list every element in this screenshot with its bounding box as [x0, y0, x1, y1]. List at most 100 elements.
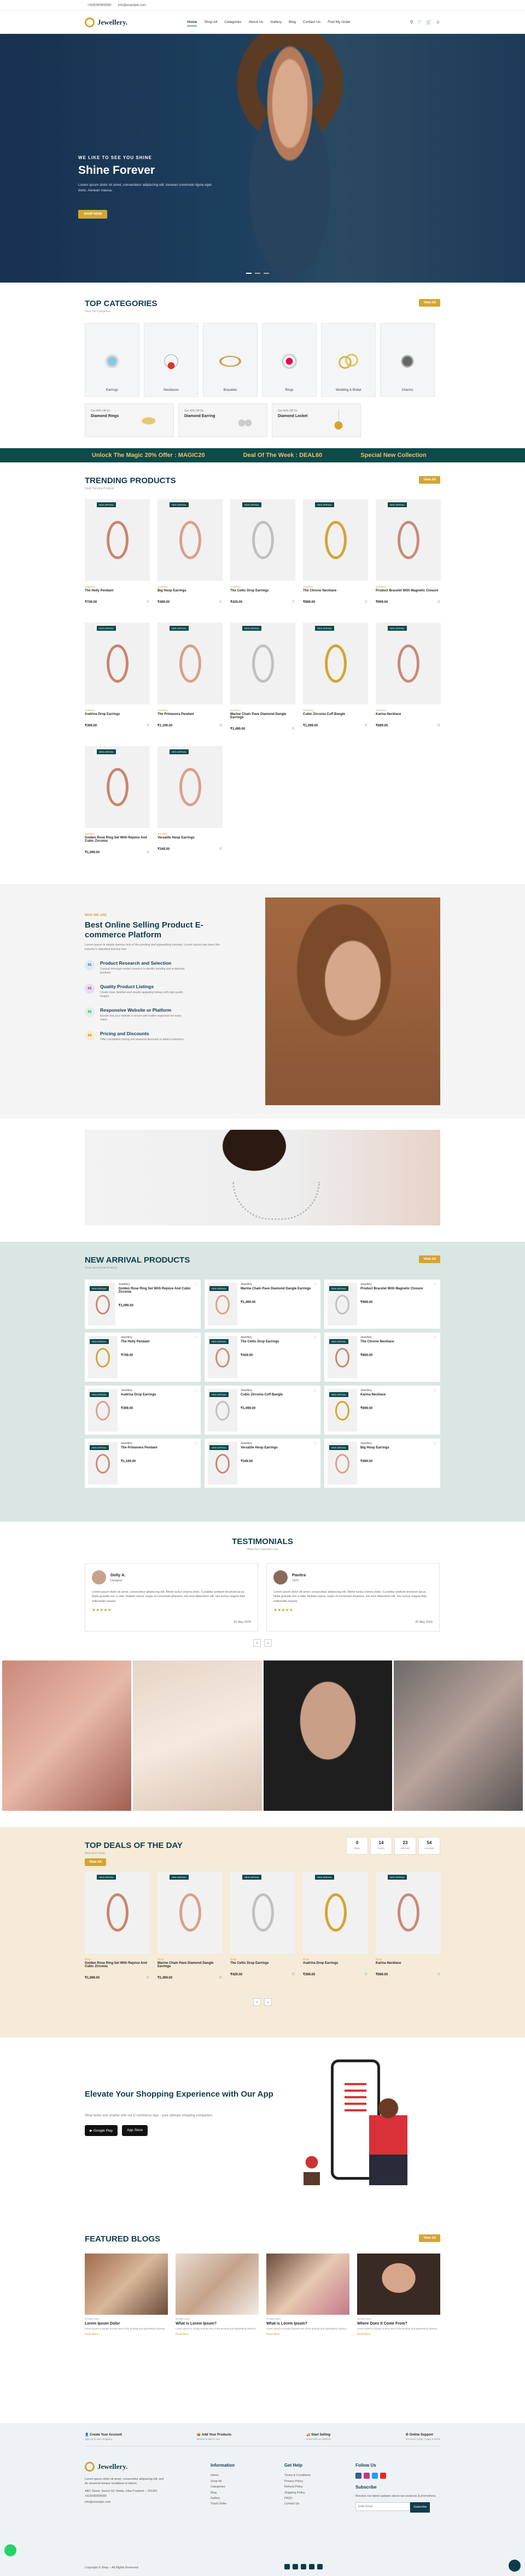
- arrival-card[interactable]: NEW ARRIVAL Jewellery Product Bracelet Wit…: [324, 1280, 440, 1329]
- arrival-card[interactable]: NEW ARRIVAL Jewellery The Celtic Drop Earr…: [205, 1333, 320, 1382]
- product-name[interactable]: Karina Necklace: [376, 1962, 441, 1965]
- arrival-view-all-button[interactable]: View All: [419, 1255, 440, 1263]
- product-card[interactable]: NEW ARRIVAL Jewellery Cubic Zirconia Cuff …: [303, 623, 368, 738]
- wishlist-icon[interactable]: ♡: [194, 1389, 197, 1393]
- product-name[interactable]: Cubic Zirconia Cuff Bangle: [303, 713, 368, 716]
- footer-link[interactable]: Privacy Policy: [284, 2479, 311, 2484]
- product-card[interactable]: NEW ARRIVAL Rings Marine Chain Pave Diamon…: [158, 1871, 223, 1987]
- arrival-card[interactable]: NEW ARRIVAL Jewellery The Holly Pendant ₹74…: [85, 1333, 201, 1382]
- google-play-button[interactable]: ▶ Google Play: [85, 2125, 118, 2136]
- add-to-cart-icon[interactable]: 🛒: [365, 724, 368, 727]
- arrival-card[interactable]: NEW ARRIVAL Jewellery The Chrono Necklace ₹…: [324, 1333, 440, 1382]
- nav-shop-all[interactable]: Shop All: [204, 19, 217, 26]
- product-card[interactable]: NEW ARRIVAL Jewellery Audrina Drop Earring…: [85, 623, 150, 738]
- add-to-cart-icon[interactable]: 🛒: [147, 1976, 150, 1980]
- add-to-cart-icon[interactable]: 🛒: [292, 600, 295, 604]
- blog-title[interactable]: What is Lorem Ipsum?: [266, 2322, 349, 2326]
- blog-card[interactable]: 20 May 2024 What is Lorem Ipsum? Lorem ips…: [176, 2254, 259, 2336]
- facebook-icon[interactable]: [355, 2473, 361, 2479]
- product-name[interactable]: The Chrono Necklace: [303, 589, 368, 592]
- product-card[interactable]: NEW ARRIVAL Jewellery Golden Rose Ring Set…: [85, 746, 150, 862]
- chat-icon[interactable]: [509, 2560, 521, 2572]
- add-to-cart-icon[interactable]: 🛒: [292, 727, 295, 731]
- promo-banner-rings[interactable]: Get 40% Off On Diamond Rings: [85, 403, 174, 437]
- footer-link[interactable]: Refund Policy: [284, 2484, 311, 2490]
- cart-icon[interactable]: 🛒: [426, 20, 431, 25]
- nav-find-order[interactable]: Find My Order: [328, 19, 351, 26]
- nav-gallery[interactable]: Gallery: [270, 19, 282, 26]
- wishlist-icon[interactable]: ♡: [434, 1283, 437, 1287]
- product-card[interactable]: NEW ARRIVAL Jewellery Product Bracelet Wit…: [376, 499, 441, 615]
- nav-blog[interactable]: Blog: [289, 19, 296, 26]
- arrival-card[interactable]: NEW ARRIVAL Jewellery Karina Necklace ₹699.…: [324, 1386, 440, 1435]
- product-name[interactable]: Golden Rose Ring Set With Rejoice And Cu…: [85, 836, 150, 843]
- footer-link[interactable]: Blog: [211, 2490, 235, 2496]
- footer-logo[interactable]: Jewellery.: [85, 2460, 167, 2474]
- add-to-cart-icon[interactable]: 🛒: [438, 724, 441, 727]
- wishlist-icon[interactable]: ♡: [194, 1442, 197, 1446]
- product-name[interactable]: Cubic Zirconia Cuff Bangle: [241, 1393, 283, 1396]
- category-charms[interactable]: Charms: [380, 323, 435, 397]
- footer-link[interactable]: Track Order: [211, 2501, 235, 2507]
- slider-dot[interactable]: [246, 273, 252, 274]
- wishlist-icon[interactable]: ♡: [434, 1336, 437, 1340]
- nav-categories[interactable]: Categories: [224, 19, 241, 26]
- search-icon[interactable]: ⚲: [410, 20, 413, 25]
- nav-about[interactable]: About Us: [249, 19, 264, 26]
- wishlist-icon[interactable]: ♡: [314, 1336, 317, 1340]
- wishlist-icon[interactable]: ♡: [314, 1283, 317, 1287]
- category-bracelets[interactable]: Bracelets: [203, 323, 258, 397]
- prev-arrow-icon[interactable]: ‹: [253, 1998, 261, 2006]
- product-name[interactable]: Big Hoop Earrings: [360, 1446, 389, 1450]
- wishlist-icon[interactable]: ♡: [418, 20, 422, 25]
- wishlist-icon[interactable]: ♡: [434, 1389, 437, 1393]
- blogs-view-all-button[interactable]: View All: [419, 2234, 440, 2242]
- arrival-card[interactable]: NEW ARRIVAL Jewellery Big Hoop Earrings ₹49…: [324, 1439, 440, 1488]
- product-card[interactable]: NEW ARRIVAL Rings Karina Necklace ₹699.00 🛒: [376, 1871, 441, 1987]
- product-name[interactable]: The Celtic Drop Earrings: [230, 1962, 295, 1965]
- blog-title[interactable]: Where Does It Come From?: [357, 2322, 440, 2326]
- footer-link[interactable]: Contact Us: [284, 2501, 311, 2507]
- product-name[interactable]: Golden Rose Ring Set With Rejoice And Cu…: [85, 1962, 150, 1968]
- read-more-link[interactable]: Read More: [176, 2333, 259, 2336]
- footer-link[interactable]: Shipping Policy: [284, 2490, 311, 2496]
- footer-link[interactable]: Home: [211, 2473, 235, 2478]
- add-to-cart-icon[interactable]: 🛒: [438, 1973, 441, 1976]
- arrival-card[interactable]: NEW ARRIVAL Jewellery Versatile Hoop Earri…: [205, 1439, 320, 1488]
- arrival-card[interactable]: NEW ARRIVAL Jewellery Golden Rose Ring Set…: [85, 1280, 201, 1329]
- blog-title[interactable]: Lorem Ipsum Dolor: [85, 2322, 168, 2326]
- gallery-image[interactable]: [394, 1660, 523, 1811]
- category-rings[interactable]: Rings: [262, 323, 317, 397]
- gallery-image[interactable]: [132, 1660, 262, 1811]
- category-necklaces[interactable]: Necklaces: [144, 323, 199, 397]
- promo-banner-locket[interactable]: Get 40% Off On Diamond Locket: [272, 403, 361, 437]
- add-to-cart-icon[interactable]: 🛒: [219, 724, 223, 727]
- product-name[interactable]: Karina Necklace: [360, 1393, 386, 1396]
- blog-title[interactable]: What is Lorem Ipsum?: [176, 2322, 259, 2326]
- product-card[interactable]: NEW ARRIVAL Rings Audrina Drop Earrings ₹39…: [303, 1871, 368, 1987]
- next-arrow-icon[interactable]: ›: [264, 1639, 272, 1647]
- deals-view-all-button[interactable]: View All: [85, 1858, 106, 1866]
- product-name[interactable]: The Primavera Pendant: [121, 1446, 158, 1450]
- add-to-cart-icon[interactable]: 🛒: [219, 600, 223, 604]
- read-more-link[interactable]: Read More: [85, 2333, 168, 2336]
- product-name[interactable]: Marine Chain Pave Diamond Dangle Earring…: [241, 1287, 311, 1290]
- shop-now-button[interactable]: SHOP NOW: [78, 210, 108, 219]
- user-icon[interactable]: ☺: [436, 20, 440, 25]
- instagram-icon[interactable]: [364, 2473, 370, 2479]
- wishlist-icon[interactable]: ♡: [194, 1336, 197, 1340]
- add-to-cart-icon[interactable]: 🛒: [365, 600, 368, 604]
- product-name[interactable]: The Chrono Necklace: [360, 1340, 394, 1343]
- youtube-icon[interactable]: [380, 2473, 386, 2479]
- product-name[interactable]: Karina Necklace: [376, 713, 441, 716]
- product-name[interactable]: The Holly Pendant: [121, 1340, 149, 1343]
- slider-dot[interactable]: [264, 273, 269, 274]
- nav-contact[interactable]: Contact Us: [303, 19, 320, 26]
- footer-link[interactable]: Gallery: [211, 2496, 235, 2501]
- product-card[interactable]: NEW ARRIVAL Rings The Celtic Drop Earrings…: [230, 1871, 295, 1987]
- wishlist-icon[interactable]: ♡: [194, 1283, 197, 1287]
- arrival-card[interactable]: NEW ARRIVAL Jewellery Marine Chain Pave Di…: [205, 1280, 320, 1329]
- product-name[interactable]: Audrina Drop Earrings: [85, 713, 150, 716]
- product-card[interactable]: NEW ARRIVAL Jewellery Karina Necklace ₹699.…: [376, 623, 441, 738]
- product-name[interactable]: Marine Chain Pave Diamond Dangle Earring…: [158, 1962, 223, 1968]
